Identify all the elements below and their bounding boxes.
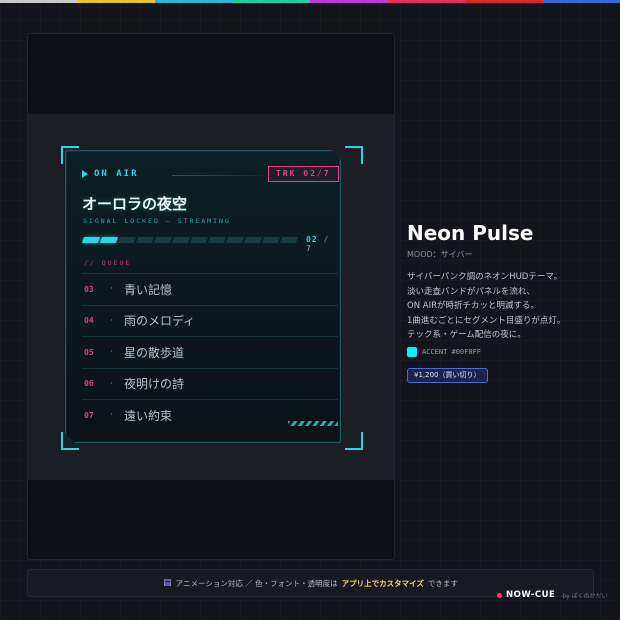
hud-panel: ON AIR TRK 02/7 オーロラの夜空 SIGNAL LOCKED — …: [65, 150, 341, 443]
queue-list: 03 · 青い記憶 04 · 雨のメロディ 05 · 星の散歩道 06 · 夜明…: [82, 273, 338, 431]
progress-segment-lit: [100, 237, 118, 243]
queue-item-dot: ·: [110, 347, 113, 358]
theme-name: Neon Pulse: [407, 221, 534, 245]
progress-count: 02 / 7: [306, 235, 340, 253]
queue-item-dot: ·: [110, 378, 113, 389]
accent-swatch: [407, 347, 417, 357]
queue-item-number: 06: [84, 379, 94, 389]
rainbow-top-bar: [0, 0, 620, 3]
on-air-indicator: ON AIR: [82, 169, 139, 179]
queue-item-dot: ·: [110, 284, 113, 295]
progress-segment: [154, 237, 172, 243]
price-badge[interactable]: ¥1,200（買い切り）: [407, 368, 488, 383]
rainbow-segment: [310, 0, 388, 3]
description-line: 淡い走査バンドがパネルを流れ、: [407, 286, 536, 297]
rainbow-segment: [542, 0, 620, 3]
description-line: ON AIRが時折チカッと明滅する。: [407, 301, 539, 312]
song-status: SIGNAL LOCKED — STREAMING: [83, 217, 231, 225]
queue-item: 03 · 青い記憶: [82, 273, 338, 305]
accent-color-row: ACCENT #00F0FF: [407, 347, 481, 357]
brand-author: by ぽくのかだい: [562, 592, 608, 600]
queue-item: 04 · 雨のメロディ: [82, 305, 338, 337]
progress-total: 7: [306, 244, 312, 253]
queue-item-number: 07: [84, 410, 94, 420]
rainbow-segment: [77, 0, 155, 3]
progress-segment: [262, 237, 280, 243]
queue-item-title: 星の散歩道: [124, 345, 185, 360]
rainbow-segment: [465, 0, 543, 3]
queue-item-number: 03: [84, 284, 94, 294]
progress-segments: [83, 237, 297, 243]
description-line: テック系・ゲーム配信の夜に。: [407, 330, 526, 341]
queue-item-dot: ·: [110, 315, 113, 326]
description-line: 1曲進むごとにセグメント目盛りが点灯。: [407, 315, 566, 326]
progress-segment: [280, 237, 298, 243]
track-badge: TRK 02/7: [268, 166, 339, 182]
progress-segment: [226, 237, 244, 243]
notice-highlight: アプリ上でカスタマイズ: [341, 578, 424, 588]
queue-item: 05 · 星の散歩道: [82, 336, 338, 368]
song-title: オーロラの夜空: [82, 195, 188, 213]
corner-bracket-bottom-right: [345, 432, 363, 450]
accent-label: ACCENT #00F0FF: [422, 348, 482, 356]
brush-icon: ▤: [163, 578, 172, 588]
hazard-stripes: [288, 421, 338, 426]
rainbow-segment: [155, 0, 233, 3]
notice-text-before: アニメーション対応 ／ 色・フォント・透明度は: [175, 578, 338, 588]
preview-frame: ON AIR TRK 02/7 オーロラの夜空 SIGNAL LOCKED — …: [27, 33, 395, 560]
progress-segment: [136, 237, 154, 243]
rainbow-segment: [387, 0, 465, 3]
theme-description: サイバーパンク調のネオンHUDテーマ。 淡い走査バンドがパネルを流れ、 ON A…: [407, 270, 607, 343]
queue-item-title: 青い記憶: [124, 282, 173, 297]
on-air-label: ON AIR: [94, 169, 139, 179]
queue-item: 06 · 夜明けの詩: [82, 368, 338, 400]
progress-separator: /: [323, 235, 330, 244]
queue-item-title: 遠い約束: [124, 408, 173, 423]
queue-item-title: 雨のメロディ: [124, 314, 196, 329]
queue-item-number: 05: [84, 347, 94, 357]
progress-segment: [172, 237, 190, 243]
theme-mood: MOOD：サイバー: [407, 250, 473, 259]
play-icon: [82, 170, 88, 178]
progress-segment: [190, 237, 208, 243]
brand-logo: NOW-CUE by ぽくのかだい: [497, 590, 608, 600]
progress-segment: [244, 237, 262, 243]
header-divider-line: [172, 175, 264, 176]
queue-label: // QUEUE: [84, 259, 132, 267]
preview-stage: ON AIR TRK 02/7 オーロラの夜空 SIGNAL LOCKED — …: [28, 114, 394, 480]
progress-segment: [118, 237, 136, 243]
rainbow-segment: [232, 0, 310, 3]
progress-current: 02: [306, 235, 318, 244]
brand-dot-icon: [497, 592, 502, 598]
brand-name: NOW-CUE: [506, 590, 556, 600]
queue-item-number: 04: [84, 316, 94, 326]
corner-bracket-top-right: [345, 146, 363, 164]
rainbow-segment: [0, 0, 78, 3]
description-line: サイバーパンク調のネオンHUDテーマ。: [407, 272, 563, 282]
progress-segment-lit: [82, 237, 100, 243]
queue-item-title: 夜明けの詩: [124, 377, 185, 392]
notice-text-after: できます: [427, 578, 458, 588]
progress-segment: [208, 237, 226, 243]
queue-item-dot: ·: [110, 410, 113, 421]
